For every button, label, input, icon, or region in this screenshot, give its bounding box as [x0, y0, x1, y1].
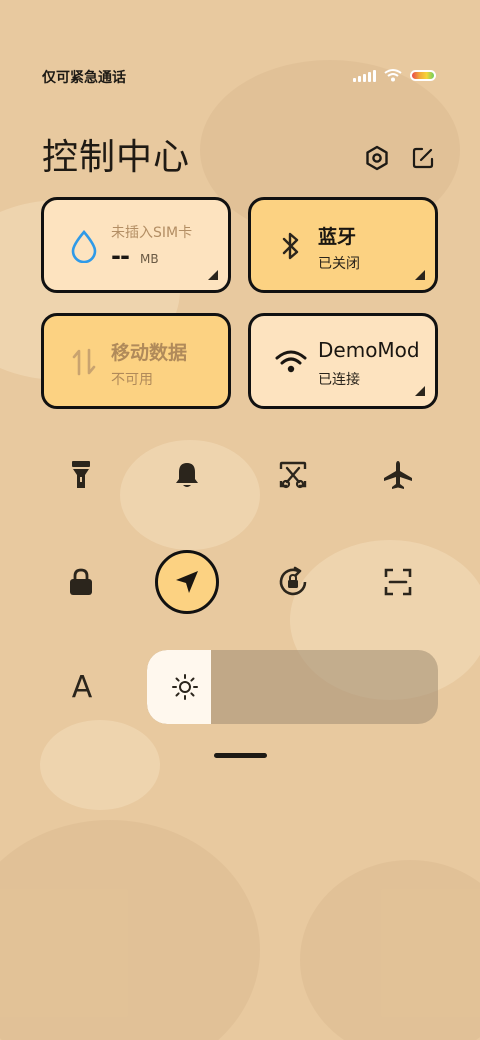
bluetooth-tile[interactable]: 蓝牙 已关闭: [248, 197, 438, 293]
expand-corner-icon: [208, 270, 218, 280]
data-usage-tile[interactable]: 未插入SIM卡 -- MB: [41, 197, 231, 293]
bluetooth-status: 已关闭: [318, 256, 360, 272]
font-size-button[interactable]: A: [62, 668, 102, 708]
scan-icon: [384, 568, 412, 596]
carrier-text: 仅可紧急通话: [42, 70, 126, 86]
status-bar: 仅可紧急通话: [42, 66, 442, 88]
water-drop-icon: [66, 228, 102, 264]
airplane-icon: [384, 461, 412, 489]
location-arrow-icon: [176, 571, 198, 593]
settings-hexagon-icon[interactable]: [361, 142, 393, 174]
screenshot-toggle[interactable]: [261, 443, 325, 507]
edit-icon[interactable]: [407, 142, 439, 174]
sim-status-label: 未插入SIM卡: [111, 225, 193, 241]
page-title: 控制中心: [42, 137, 191, 178]
wifi-icon: [384, 69, 402, 82]
data-usage-unit: MB: [140, 252, 159, 266]
flashlight-icon: [72, 461, 90, 488]
location-toggle[interactable]: [155, 550, 219, 614]
lock-icon: [70, 568, 92, 595]
flashlight-toggle[interactable]: [49, 443, 113, 507]
wifi-status: 已连接: [318, 372, 360, 388]
scissors-screenshot-icon: [279, 461, 307, 489]
scan-toggle[interactable]: [366, 550, 430, 614]
drag-handle[interactable]: [214, 753, 267, 758]
bluetooth-icon: [273, 228, 309, 264]
wifi-icon: [273, 344, 309, 380]
signal-bars-icon: [353, 68, 376, 82]
data-arrows-icon: [66, 344, 102, 380]
sun-icon: [172, 674, 198, 700]
rotation-lock-toggle[interactable]: [261, 550, 325, 614]
data-usage-value: --: [111, 242, 130, 270]
expand-corner-icon: [415, 270, 425, 280]
expand-corner-icon: [415, 386, 425, 396]
bluetooth-title: 蓝牙: [318, 226, 357, 248]
mute-toggle[interactable]: [155, 443, 219, 507]
lock-screen-toggle[interactable]: [49, 550, 113, 614]
battery-icon: [410, 69, 436, 81]
wifi-tile[interactable]: DemoMod 已连接: [248, 313, 438, 409]
mobile-data-status: 不可用: [111, 372, 153, 388]
bell-icon: [176, 463, 198, 487]
rotation-lock-icon: [279, 566, 307, 596]
mobile-data-title: 移动数据: [111, 342, 188, 364]
airplane-mode-toggle[interactable]: [366, 443, 430, 507]
wifi-network-name: DemoMod: [318, 338, 420, 362]
brightness-slider[interactable]: [147, 650, 438, 724]
mobile-data-tile[interactable]: 移动数据 不可用: [41, 313, 231, 409]
